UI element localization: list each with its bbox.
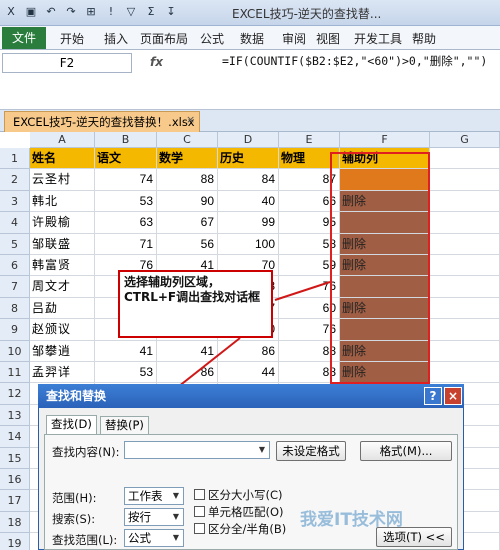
dialog-title: 查找和替换: [38, 384, 464, 408]
tab-find[interactable]: 查找(D): [46, 415, 97, 435]
chevron-down-icon: ▼: [172, 533, 180, 542]
match-width-label: 区分全/半角(B): [208, 522, 287, 536]
no-format-label: 未设定格式: [276, 441, 346, 461]
lookin-label: 查找范围(L):: [52, 533, 118, 547]
scope-select[interactable]: 工作表 ▼: [124, 487, 184, 505]
chevron-down-icon[interactable]: ▼: [255, 442, 269, 458]
match-case-checkbox[interactable]: [194, 489, 205, 500]
annotation-callout: 选择辅助列区域，CTRL+F调出查找对话框: [118, 270, 273, 338]
tab-replace[interactable]: 替换(P): [100, 416, 149, 434]
lookin-select[interactable]: 公式 ▼: [124, 529, 184, 547]
search-select[interactable]: 按行 ▼: [124, 508, 184, 526]
find-label: 查找内容(N):: [52, 445, 120, 459]
scope-label: 范围(H):: [52, 491, 97, 505]
search-label: 搜索(S):: [52, 512, 96, 526]
match-cell-checkbox[interactable]: [194, 506, 205, 517]
close-button[interactable]: ×: [444, 387, 462, 405]
chevron-down-icon: ▼: [172, 512, 180, 521]
search-value: 按行: [128, 510, 151, 524]
watermark: 我爱IT技术网: [300, 510, 403, 530]
options-button[interactable]: 选项(T) <<: [376, 527, 452, 547]
format-button[interactable]: 格式(M)...: [360, 441, 452, 461]
match-case-label: 区分大小写(C): [208, 488, 283, 502]
lookin-value: 公式: [128, 531, 151, 545]
match-width-checkbox[interactable]: [194, 523, 205, 534]
find-input[interactable]: ▼: [124, 441, 270, 459]
help-button[interactable]: ?: [424, 387, 442, 405]
chevron-down-icon: ▼: [172, 491, 180, 500]
match-cell-label: 单元格匹配(O): [208, 505, 284, 519]
scope-value: 工作表: [128, 489, 163, 503]
